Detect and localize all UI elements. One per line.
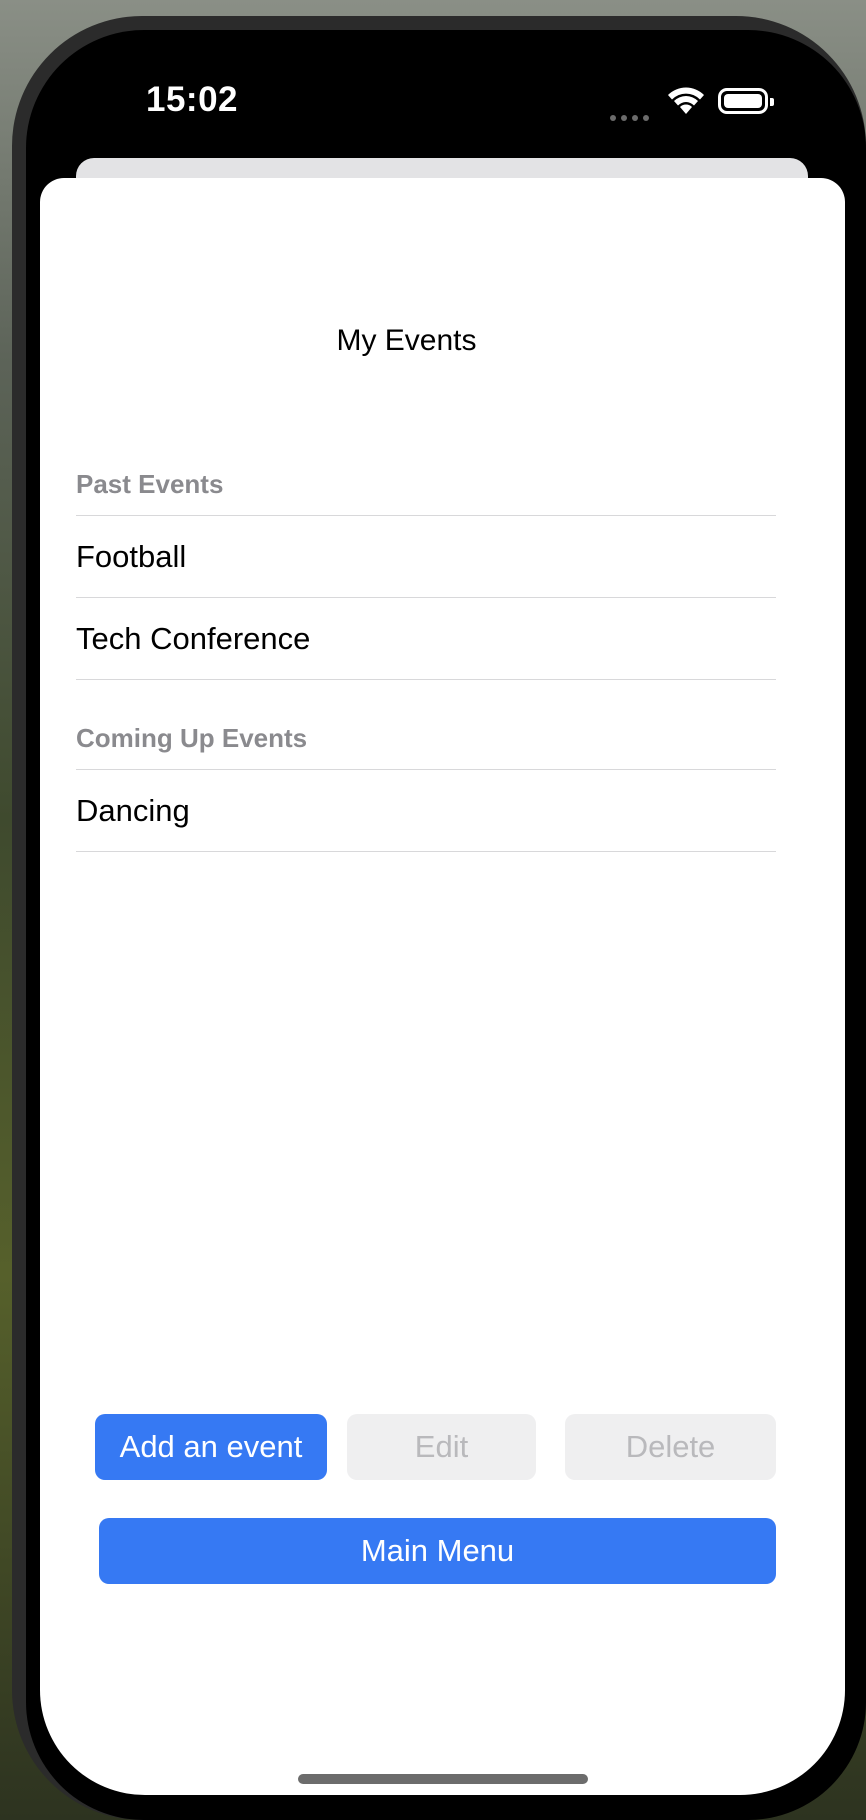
cellular-signal-icon xyxy=(610,108,654,126)
section-header-upcoming: Coming Up Events xyxy=(76,720,776,770)
home-indicator[interactable] xyxy=(298,1774,588,1784)
list-item[interactable]: Tech Conference xyxy=(76,598,776,680)
edit-button[interactable]: Edit xyxy=(347,1414,536,1480)
battery-icon xyxy=(718,88,774,114)
list-item[interactable]: Dancing xyxy=(76,770,776,852)
add-event-button[interactable]: Add an event xyxy=(95,1414,327,1480)
main-menu-button[interactable]: Main Menu xyxy=(99,1518,776,1584)
events-list: Past Events Football Tech Conference Com… xyxy=(76,466,776,852)
section-header-past: Past Events xyxy=(76,466,776,516)
status-bar: 15:02 xyxy=(0,0,866,150)
page-title: My Events xyxy=(336,324,477,357)
events-sheet: My Events Past Events Football Tech Conf… xyxy=(40,178,845,1795)
status-time: 15:02 xyxy=(146,80,239,119)
wifi-icon xyxy=(666,86,706,121)
delete-button[interactable]: Delete xyxy=(565,1414,776,1480)
list-item[interactable]: Football xyxy=(76,516,776,598)
